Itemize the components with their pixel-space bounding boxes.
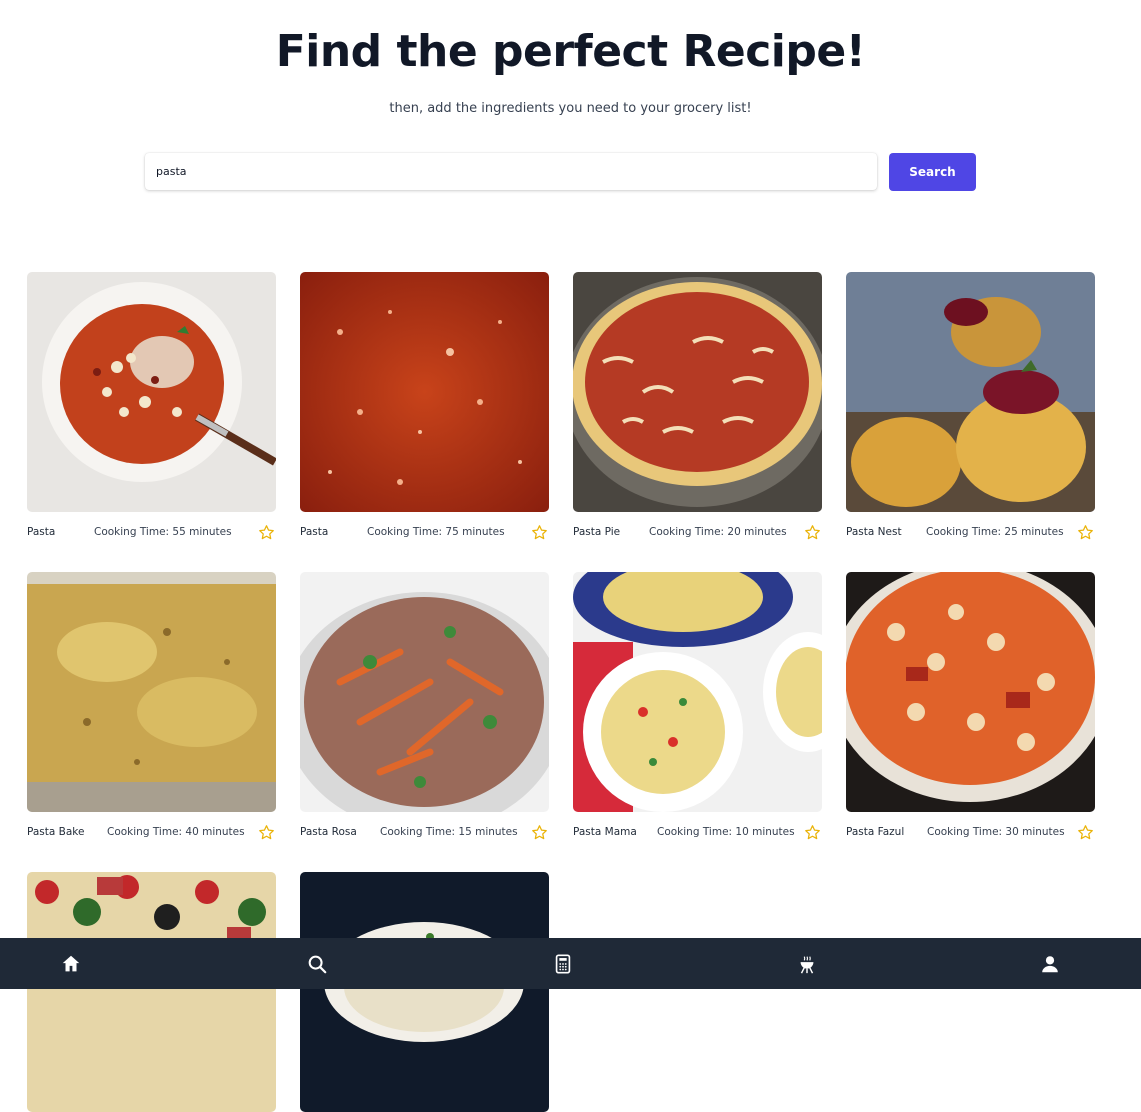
home-icon [62, 955, 80, 971]
recipe-card[interactable]: Pasta Nest Cooking Time: 25 minutes [846, 272, 1095, 546]
cooking-time: Cooking Time: 40 minutes [107, 826, 245, 838]
recipe-title: Pasta Nest [846, 526, 902, 538]
search-button[interactable]: Search [889, 153, 976, 191]
recipe-image[interactable] [300, 572, 549, 812]
cooking-time: Cooking Time: 20 minutes [649, 526, 787, 538]
recipe-card[interactable]: Pasta Fazul Cooking Time: 30 minutes [846, 572, 1095, 846]
page-subtitle: then, add the ingredients you need to yo… [389, 101, 752, 116]
recipe-image[interactable] [573, 272, 822, 512]
nav-search[interactable] [287, 938, 347, 989]
recipe-image[interactable] [27, 272, 276, 512]
cooking-time: Cooking Time: 75 minutes [367, 526, 505, 538]
search-icon [308, 955, 327, 973]
nav-grill[interactable] [777, 938, 837, 989]
cooking-time: Cooking Time: 10 minutes [657, 826, 795, 838]
page-title: Find the perfect Recipe! [275, 26, 866, 77]
calculator-icon [555, 953, 571, 974]
recipe-image[interactable] [573, 572, 822, 812]
recipe-card[interactable]: Pasta Cooking Time: 75 minutes [300, 272, 549, 546]
recipe-image[interactable] [27, 572, 276, 812]
nav-profile[interactable] [1020, 938, 1080, 989]
recipe-card[interactable]: Pasta Mama Cooking Time: 10 minutes [573, 572, 822, 846]
recipe-card[interactable]: Pasta Cooking Time: 55 minutes [27, 272, 276, 546]
recipe-card[interactable]: Pasta Bake Cooking Time: 40 minutes [27, 572, 276, 846]
cooking-time: Cooking Time: 15 minutes [380, 826, 518, 838]
recipe-title: Pasta Mama [573, 826, 637, 838]
star-icon[interactable] [258, 824, 275, 841]
star-icon[interactable] [258, 524, 275, 541]
recipe-card[interactable] [27, 872, 276, 1112]
nav-calculator[interactable] [533, 938, 593, 989]
grill-icon [800, 955, 814, 973]
search-input[interactable] [145, 153, 877, 190]
recipe-image[interactable] [27, 872, 276, 1112]
star-icon[interactable] [804, 524, 821, 541]
recipe-image[interactable] [300, 272, 549, 512]
recipe-title: Pasta Fazul [846, 826, 905, 838]
recipe-card[interactable]: Pasta Pie Cooking Time: 20 minutes [573, 272, 822, 546]
recipe-image[interactable] [300, 872, 549, 1112]
star-icon[interactable] [531, 824, 548, 841]
cooking-time: Cooking Time: 25 minutes [926, 526, 1064, 538]
recipe-image[interactable] [846, 572, 1095, 812]
recipe-image[interactable] [846, 272, 1095, 512]
recipe-title: Pasta Pie [573, 526, 621, 538]
star-icon[interactable] [1077, 524, 1094, 541]
star-icon[interactable] [531, 524, 548, 541]
recipe-title: Pasta Bake [27, 826, 85, 838]
recipe-title: Pasta [27, 526, 56, 538]
recipe-title: Pasta [300, 526, 329, 538]
cooking-time: Cooking Time: 30 minutes [927, 826, 1065, 838]
cooking-time: Cooking Time: 55 minutes [94, 526, 232, 538]
bottom-nav [0, 938, 1141, 989]
user-icon [1042, 955, 1058, 972]
star-icon[interactable] [1077, 824, 1094, 841]
recipe-card[interactable] [300, 872, 549, 1112]
nav-home[interactable] [41, 938, 101, 989]
recipe-title: Pasta Rosa [300, 826, 357, 838]
star-icon[interactable] [804, 824, 821, 841]
recipe-card[interactable]: Pasta Rosa Cooking Time: 15 minutes [300, 572, 549, 846]
